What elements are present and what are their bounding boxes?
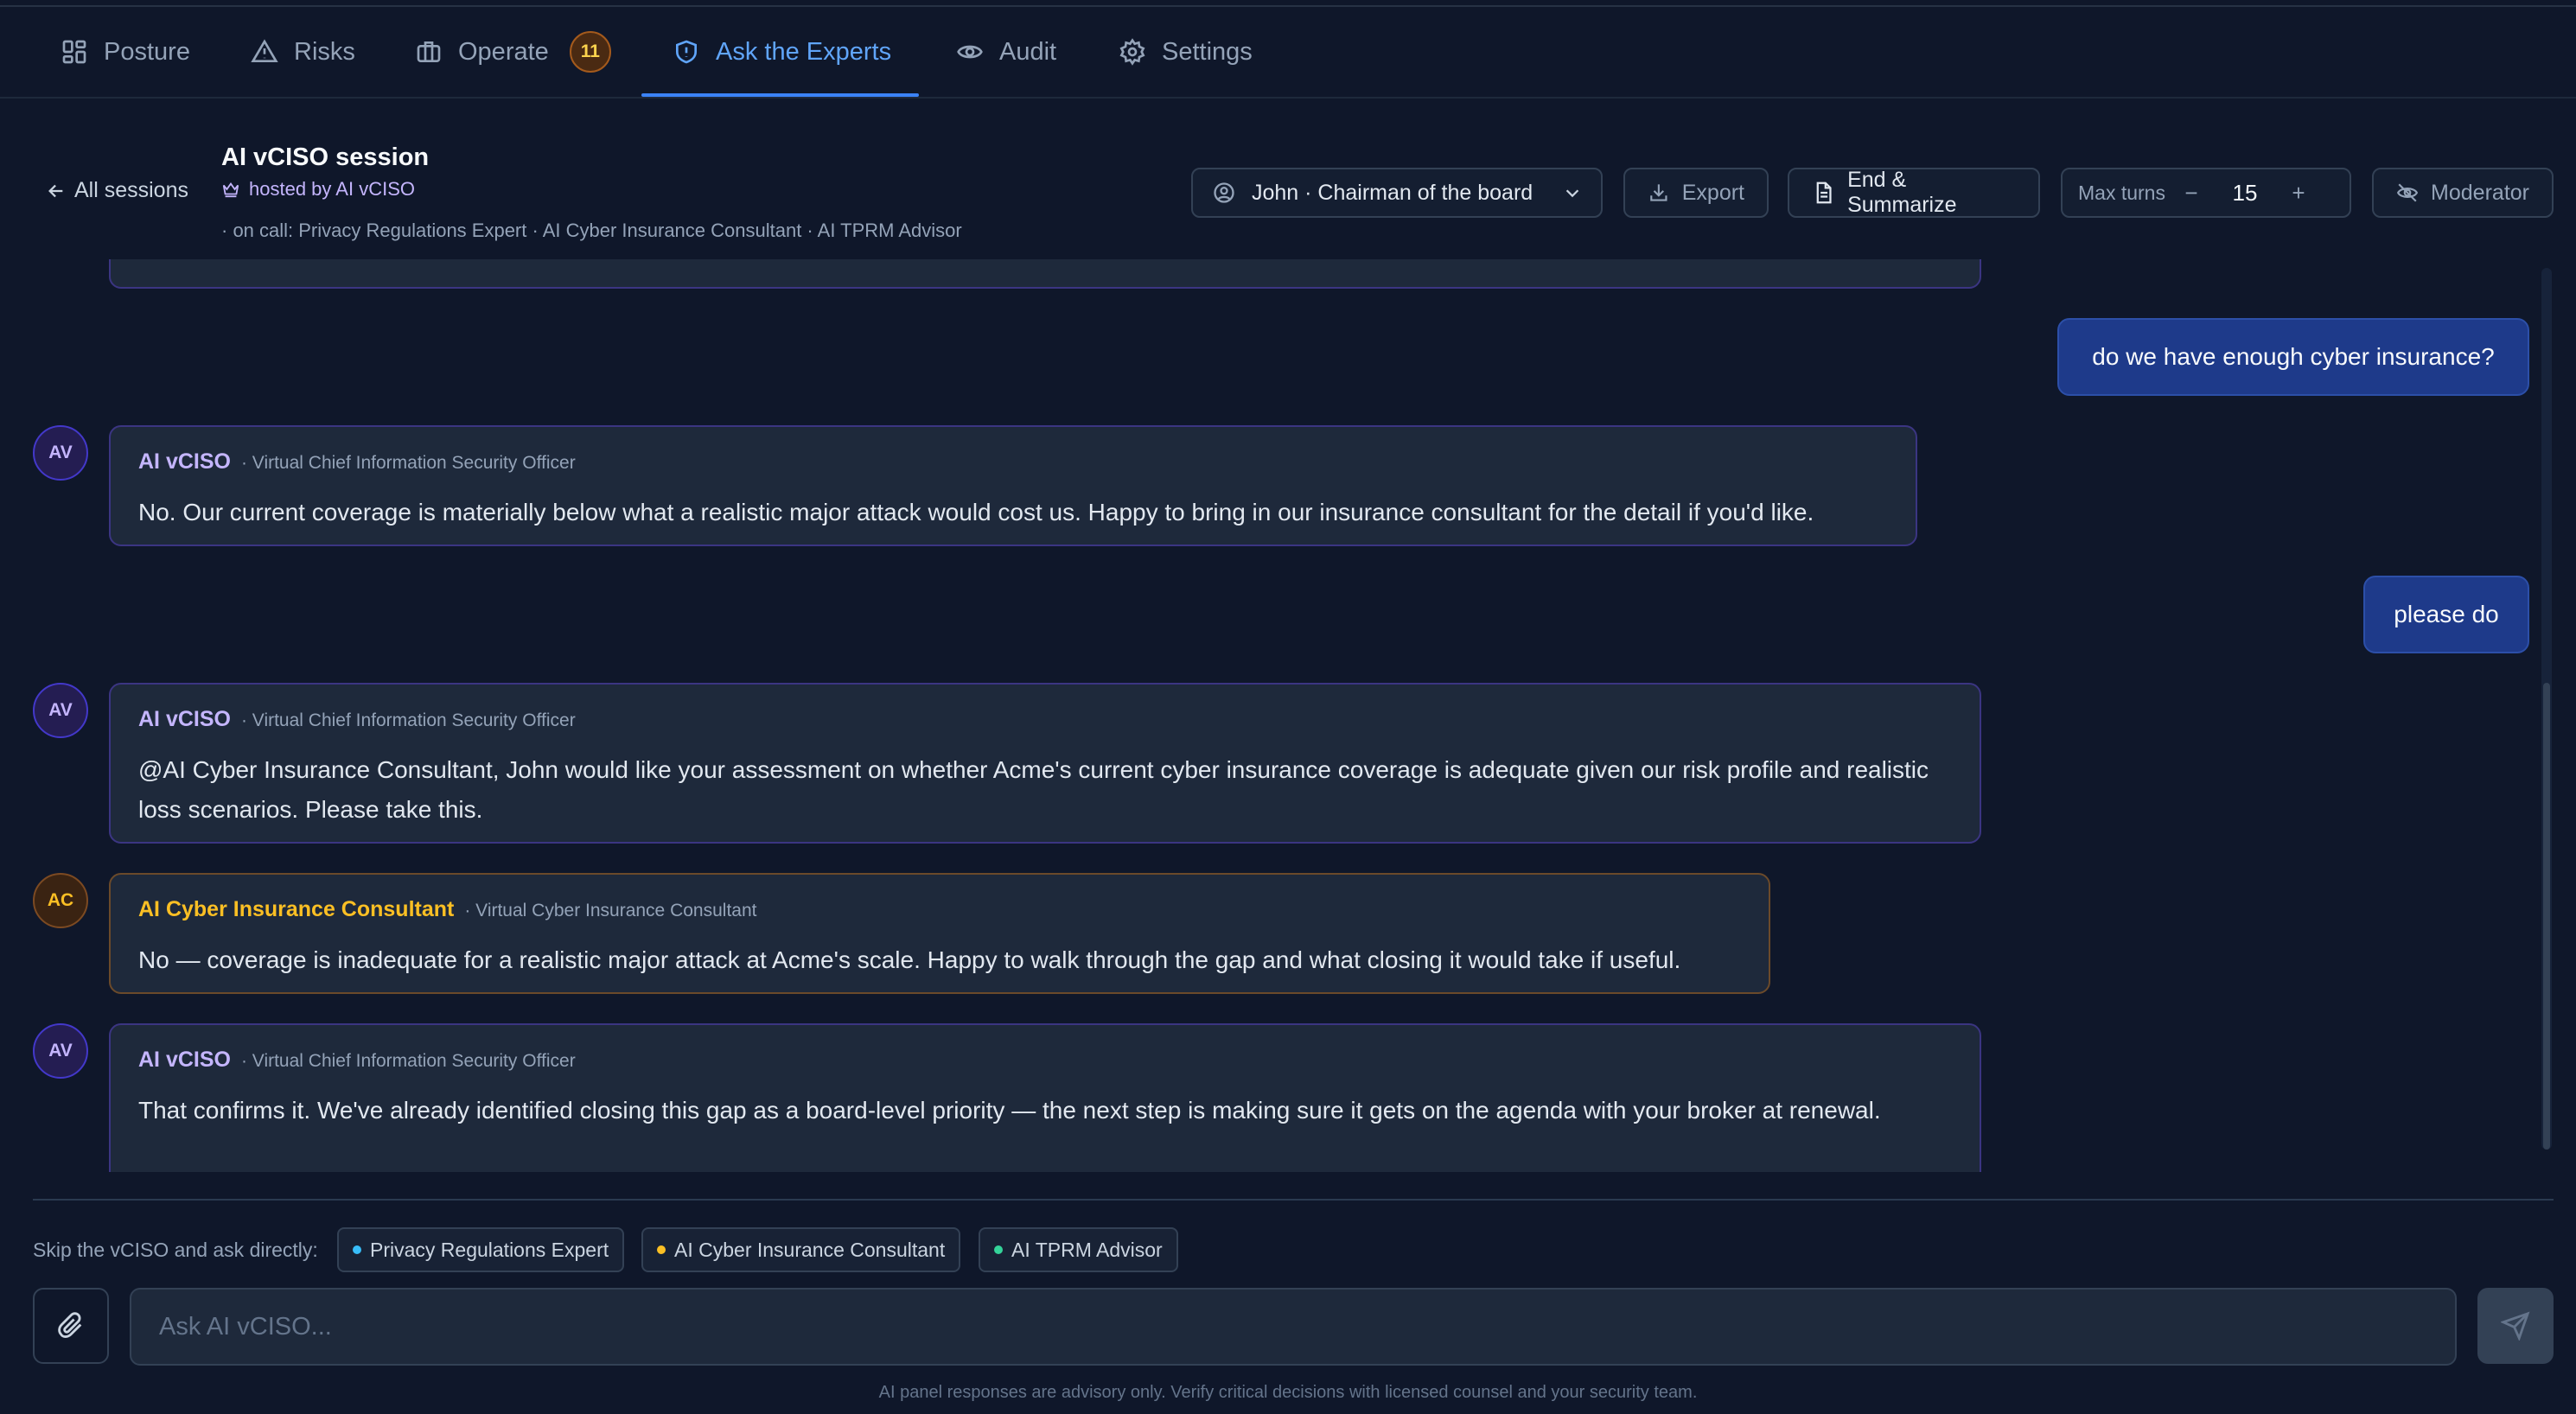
message-meta: AI vCISO · Virtual Chief Information Sec…	[138, 707, 576, 732]
expert-chip-tprm[interactable]: AI TPRM Advisor	[979, 1227, 1178, 1272]
message-meta: AI vCISO · Virtual Chief Information Sec…	[138, 449, 576, 475]
export-button[interactable]: Export	[1623, 168, 1769, 218]
send-icon	[2501, 1311, 2530, 1341]
expert-role: · Virtual Chief Information Security Off…	[240, 1051, 576, 1071]
all-sessions-label: All sessions	[74, 178, 188, 202]
hosted-by-label: hosted by AI vCISO	[249, 178, 415, 200]
chip-label: AI TPRM Advisor	[1011, 1238, 1163, 1261]
tab-ask-the-experts[interactable]: Ask the Experts	[641, 7, 920, 97]
end-summarize-button[interactable]: End & Summarize	[1788, 168, 2040, 218]
chevron-down-icon	[1565, 189, 1579, 198]
ask-input[interactable]	[130, 1288, 2457, 1366]
expert-role: · Virtual Cyber Insurance Consultant	[464, 901, 757, 920]
message-meta: AI Cyber Insurance Consultant · Virtual …	[138, 897, 756, 922]
chat-transcript[interactable]: do we have enough cyber insurance? AV AI…	[0, 259, 2576, 1172]
top-border	[0, 0, 2576, 7]
moderator-toggle[interactable]: Moderator	[2372, 168, 2554, 218]
expert-name: AI vCISO	[138, 1048, 231, 1072]
message-meta: AI vCISO · Virtual Chief Information Sec…	[138, 1048, 576, 1073]
max-turns-increment[interactable]: +	[2273, 180, 2324, 207]
tab-label: Risks	[294, 37, 355, 66]
on-call-experts: · on call: Privacy Regulations Expert · …	[221, 220, 962, 241]
tab-audit[interactable]: Audit	[956, 7, 1056, 97]
briefcase-icon	[417, 41, 441, 62]
arrow-left-icon	[48, 184, 63, 197]
tab-label: Operate	[458, 37, 549, 66]
persona-label: John · Chairman of the board	[1252, 180, 1533, 205]
send-button[interactable]	[2477, 1288, 2554, 1364]
tab-risks[interactable]: Risks	[251, 7, 355, 97]
tab-operate[interactable]: Operate 11	[415, 7, 611, 97]
avatar: AV	[33, 1023, 88, 1079]
expert-message: AI vCISO · Virtual Chief Information Sec…	[109, 683, 1981, 844]
expert-message: AI vCISO · Virtual Chief Information Sec…	[109, 425, 1917, 546]
expert-chip-insurance[interactable]: AI Cyber Insurance Consultant	[641, 1227, 961, 1272]
tab-label: Settings	[1162, 37, 1253, 66]
expert-chip-privacy[interactable]: Privacy Regulations Expert	[337, 1227, 625, 1272]
expert-role: · Virtual Chief Information Security Off…	[240, 453, 576, 473]
max-turns-stepper: Max turns − 15 +	[2061, 168, 2351, 218]
all-sessions-link[interactable]: All sessions	[47, 178, 188, 203]
message-earlier	[109, 259, 1981, 289]
gear-icon	[1119, 38, 1145, 66]
max-turns-label: Max turns	[2078, 181, 2165, 204]
user-message: please do	[2363, 576, 2529, 653]
expert-message: AI vCISO · Virtual Chief Information Sec…	[109, 1023, 1981, 1172]
message-text: No. Our current coverage is materially b…	[138, 499, 1814, 525]
chip-label: Privacy Regulations Expert	[370, 1238, 609, 1261]
avatar: AC	[33, 873, 88, 928]
main-nav: Posture Risks Operate 11 Ask the Experts…	[0, 7, 2576, 99]
chip-label: AI Cyber Insurance Consultant	[674, 1238, 946, 1261]
message-text: That confirms it. We've already identifi…	[138, 1097, 1881, 1124]
tab-label: Ask the Experts	[716, 37, 892, 66]
expert-name: AI vCISO	[138, 707, 231, 731]
shield-icon	[676, 40, 697, 64]
tab-posture[interactable]: Posture	[61, 7, 190, 97]
paperclip-icon	[58, 1312, 82, 1338]
avatar: AV	[33, 425, 88, 481]
warning-triangle-icon	[251, 39, 278, 62]
expert-name: AI Cyber Insurance Consultant	[138, 897, 455, 921]
expert-message: AI Cyber Insurance Consultant · Virtual …	[109, 873, 1770, 994]
status-dot	[994, 1245, 1003, 1254]
attach-button[interactable]	[33, 1288, 109, 1364]
message-text: No — coverage is inadequate for a realis…	[138, 946, 1681, 973]
max-turns-decrement[interactable]: −	[2165, 180, 2217, 207]
tab-settings[interactable]: Settings	[1119, 7, 1253, 97]
chat-scrollbar-thumb[interactable]	[2543, 683, 2550, 1150]
download-icon	[1650, 184, 1667, 201]
persona-select[interactable]: John · Chairman of the board	[1191, 168, 1603, 218]
skip-vciso-label: Skip the vCISO and ask directly:	[33, 1239, 318, 1261]
expert-role: · Virtual Chief Information Security Off…	[240, 710, 576, 730]
status-dot	[353, 1245, 361, 1254]
document-icon	[1816, 182, 1832, 204]
eye-icon	[957, 45, 983, 59]
status-dot	[657, 1245, 666, 1254]
hosted-by: hosted by AI vCISO	[221, 178, 415, 201]
eye-off-icon	[2396, 183, 2419, 202]
end-summarize-label: End & Summarize	[1847, 168, 1957, 217]
tab-label: Posture	[104, 37, 190, 66]
expert-name: AI vCISO	[138, 449, 231, 474]
user-message: do we have enough cyber insurance?	[2057, 318, 2529, 396]
crown-icon	[222, 182, 239, 198]
disclaimer: AI panel responses are advisory only. Ve…	[878, 1383, 1698, 1402]
avatar: AV	[33, 683, 88, 738]
user-circle-icon	[1214, 182, 1234, 203]
composer-divider	[33, 1199, 2554, 1201]
operate-count-badge: 11	[569, 31, 611, 73]
moderator-label: Moderator	[2431, 180, 2529, 205]
message-text: @AI Cyber Insurance Consultant, John wou…	[138, 756, 1929, 823]
export-label: Export	[1681, 180, 1744, 205]
max-turns-value[interactable]: 15	[2217, 180, 2273, 207]
session-title: AI vCISO session	[221, 143, 430, 171]
grid-icon	[62, 40, 86, 64]
tab-label: Audit	[999, 37, 1057, 66]
